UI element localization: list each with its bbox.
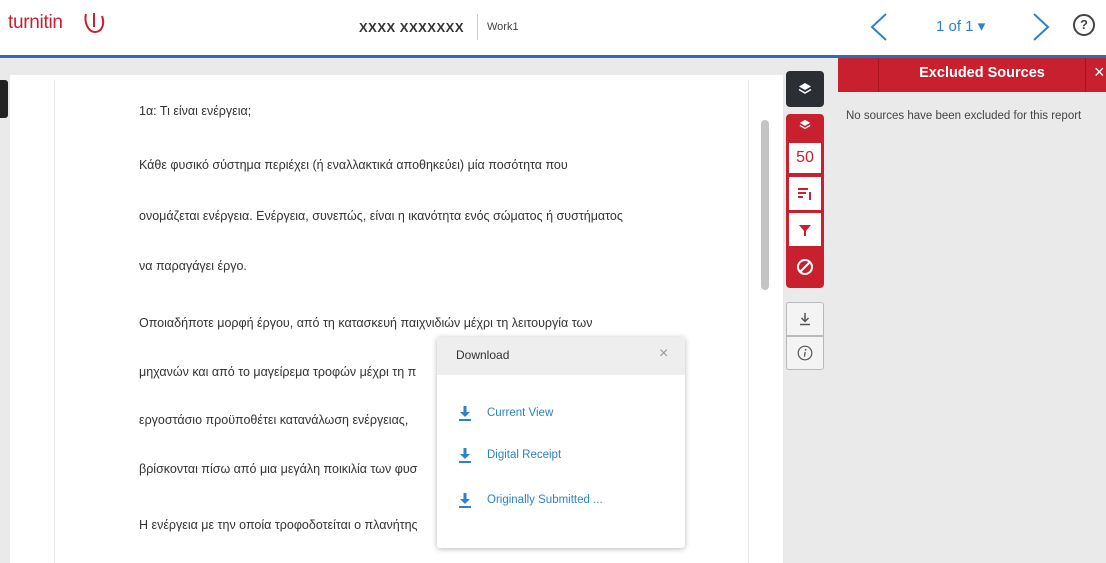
document-line: 1α: Τι είναι ενέργεια; [139,104,252,118]
download-option-label: Current View [487,407,554,419]
download-icon [459,493,471,508]
page-margin-left [54,80,55,563]
download-current-view[interactable]: Current View [458,402,553,424]
submission-info-button[interactable] [786,336,824,370]
document-line: μηχανών και από το μαγείρεμα τροφών μέχρ… [139,365,417,379]
download-dialog-title: Download [456,348,510,362]
filters-settings-button[interactable] [789,213,821,246]
excluded-sources-icon [797,259,813,275]
download-option-label: Originally Submitted ... [487,494,603,506]
download-icon [459,448,471,463]
excluded-sources-button[interactable] [786,250,824,284]
download-button[interactable] [786,302,824,336]
side-panel-title: Excluded Sources [919,65,1045,81]
download-icon [459,406,471,421]
layers-icon [799,119,811,130]
side-panel [838,58,1106,563]
similarity-score-button[interactable]: 50 [789,143,821,173]
help-icon[interactable]: ? [1073,14,1095,36]
similarity-layers-button[interactable] [786,117,824,133]
header-divider [477,14,478,40]
author-name: XXXX XXXXXXX [359,20,464,35]
info-icon [797,345,813,361]
document-line: Η ενέργεια με την οποία τροφοδοτείται ο … [139,518,418,532]
next-page-icon[interactable] [1030,12,1052,42]
download-digital-receipt[interactable]: Digital Receipt [458,444,561,466]
document-line: να παραγάγει έργο. [139,259,247,273]
side-drawer-handle[interactable] [0,80,8,118]
page-selector[interactable]: 1 of 1 ▾ [936,17,985,35]
sort-sources-icon [798,187,811,200]
download-originally-submitted[interactable]: Originally Submitted ... [458,489,603,511]
document-line: Οποιαδήποτε μορφή έργου, από τη κατασκευ… [139,316,593,330]
page-margin-right [748,80,749,563]
close-dialog-icon[interactable]: × [659,345,668,363]
all-sources-button[interactable] [789,177,821,210]
download-option-label: Digital Receipt [487,449,562,461]
previous-page-icon[interactable] [868,12,890,42]
download-icon [800,313,810,326]
filter-icon [799,224,811,236]
layers-icon [798,83,812,94]
document-line: Κάθε φυσικό σύστημα περιέχει (ή εναλλακτ… [139,158,568,172]
document-line: εργοστάσιο προϋποθέτει κατανάλωση ενέργε… [139,413,409,427]
empty-state-message: No sources have been excluded for this r… [846,110,1082,122]
document-line: ονομάζεται ενέργεια. Ενέργεια, συνεπώς, … [139,209,623,223]
match-overview-button[interactable] [786,71,824,107]
work-title: Work1 [487,21,519,33]
document-scrollbar-thumb[interactable] [761,120,769,290]
turnitin-logo-mark-icon [84,13,105,34]
turnitin-logo: turnitin [8,12,63,33]
close-panel-icon[interactable]: × [1094,62,1105,83]
document-line: βρίσκονται πίσω από μια μεγάλη ποικιλία … [139,462,418,476]
